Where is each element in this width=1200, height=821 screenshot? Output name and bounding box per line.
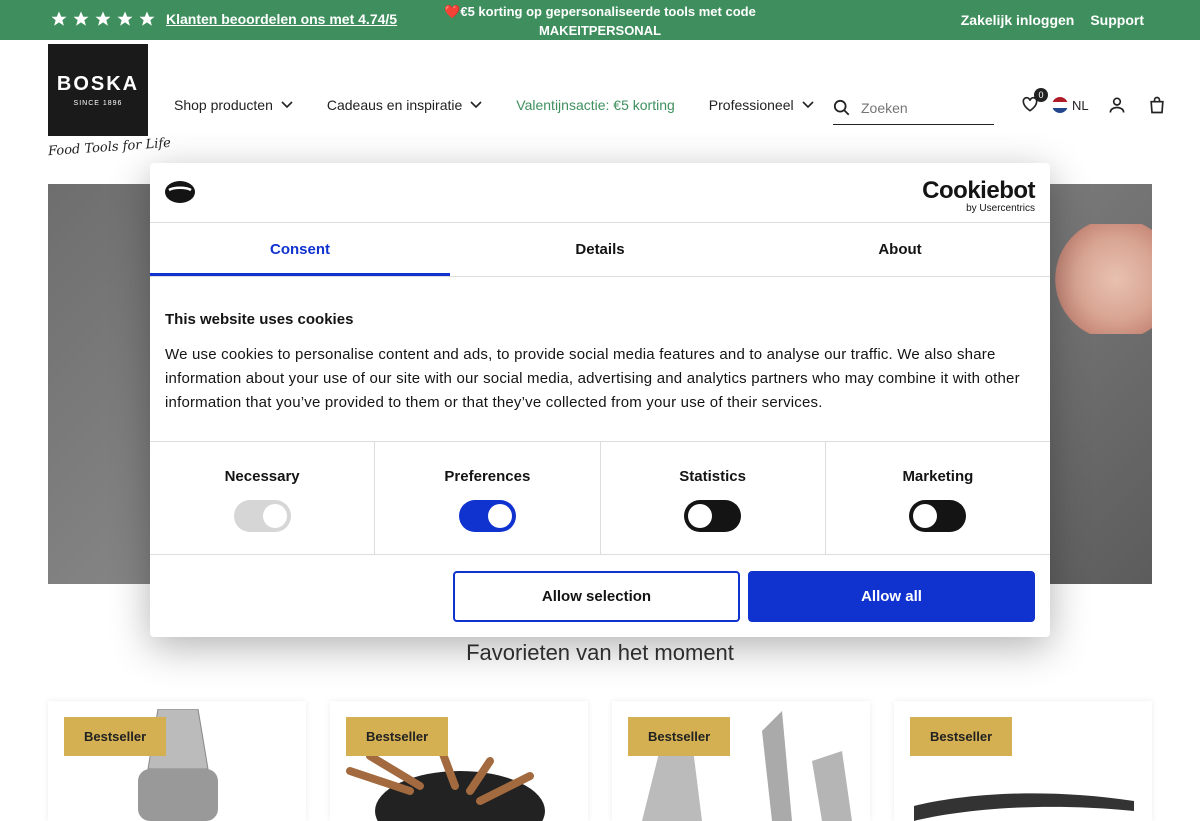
statistics-toggle[interactable] — [684, 500, 742, 532]
cookiebot-brand-name: Cookiebot — [922, 177, 1035, 204]
cookie-tabs: Consent Details About — [150, 223, 1050, 277]
toggle-label: Preferences — [444, 468, 531, 485]
cookie-overlay: Cookiebot by Usercentrics Consent Detail… — [0, 0, 1200, 800]
toggle-preferences-group: Preferences — [375, 442, 601, 554]
cookie-heading: This website uses cookies — [165, 311, 354, 328]
necessary-toggle — [233, 500, 291, 532]
allow-all-button[interactable]: Allow all — [748, 571, 1035, 622]
tab-consent[interactable]: Consent — [150, 223, 450, 276]
toggle-knob — [262, 504, 287, 528]
toggle-marketing-group: Marketing — [826, 442, 1050, 554]
preferences-toggle[interactable] — [458, 500, 516, 532]
toggle-statistics-group: Statistics — [601, 442, 826, 554]
toggle-knob — [913, 504, 938, 528]
allow-selection-button[interactable]: Allow selection — [453, 571, 740, 622]
toggle-knob — [688, 504, 713, 528]
tab-about[interactable]: About — [750, 223, 1050, 276]
cookie-consent-dialog: Cookiebot by Usercentrics Consent Detail… — [150, 163, 1050, 637]
toggle-label: Marketing — [902, 468, 974, 485]
marketing-toggle[interactable] — [909, 500, 967, 532]
cookiebot-brand[interactable]: Cookiebot by Usercentrics — [922, 177, 1035, 214]
cookiebot-logo-icon — [165, 181, 195, 203]
cookie-description: We use cookies to personalise content an… — [165, 346, 1020, 411]
cookie-category-toggles: Necessary Preferences Statistics Marketi… — [150, 442, 1050, 555]
toggle-label: Necessary — [224, 468, 300, 485]
toggle-label: Statistics — [679, 468, 746, 485]
toggle-necessary-group: Necessary — [150, 442, 376, 554]
tab-details[interactable]: Details — [450, 223, 750, 276]
toggle-knob — [487, 504, 512, 528]
